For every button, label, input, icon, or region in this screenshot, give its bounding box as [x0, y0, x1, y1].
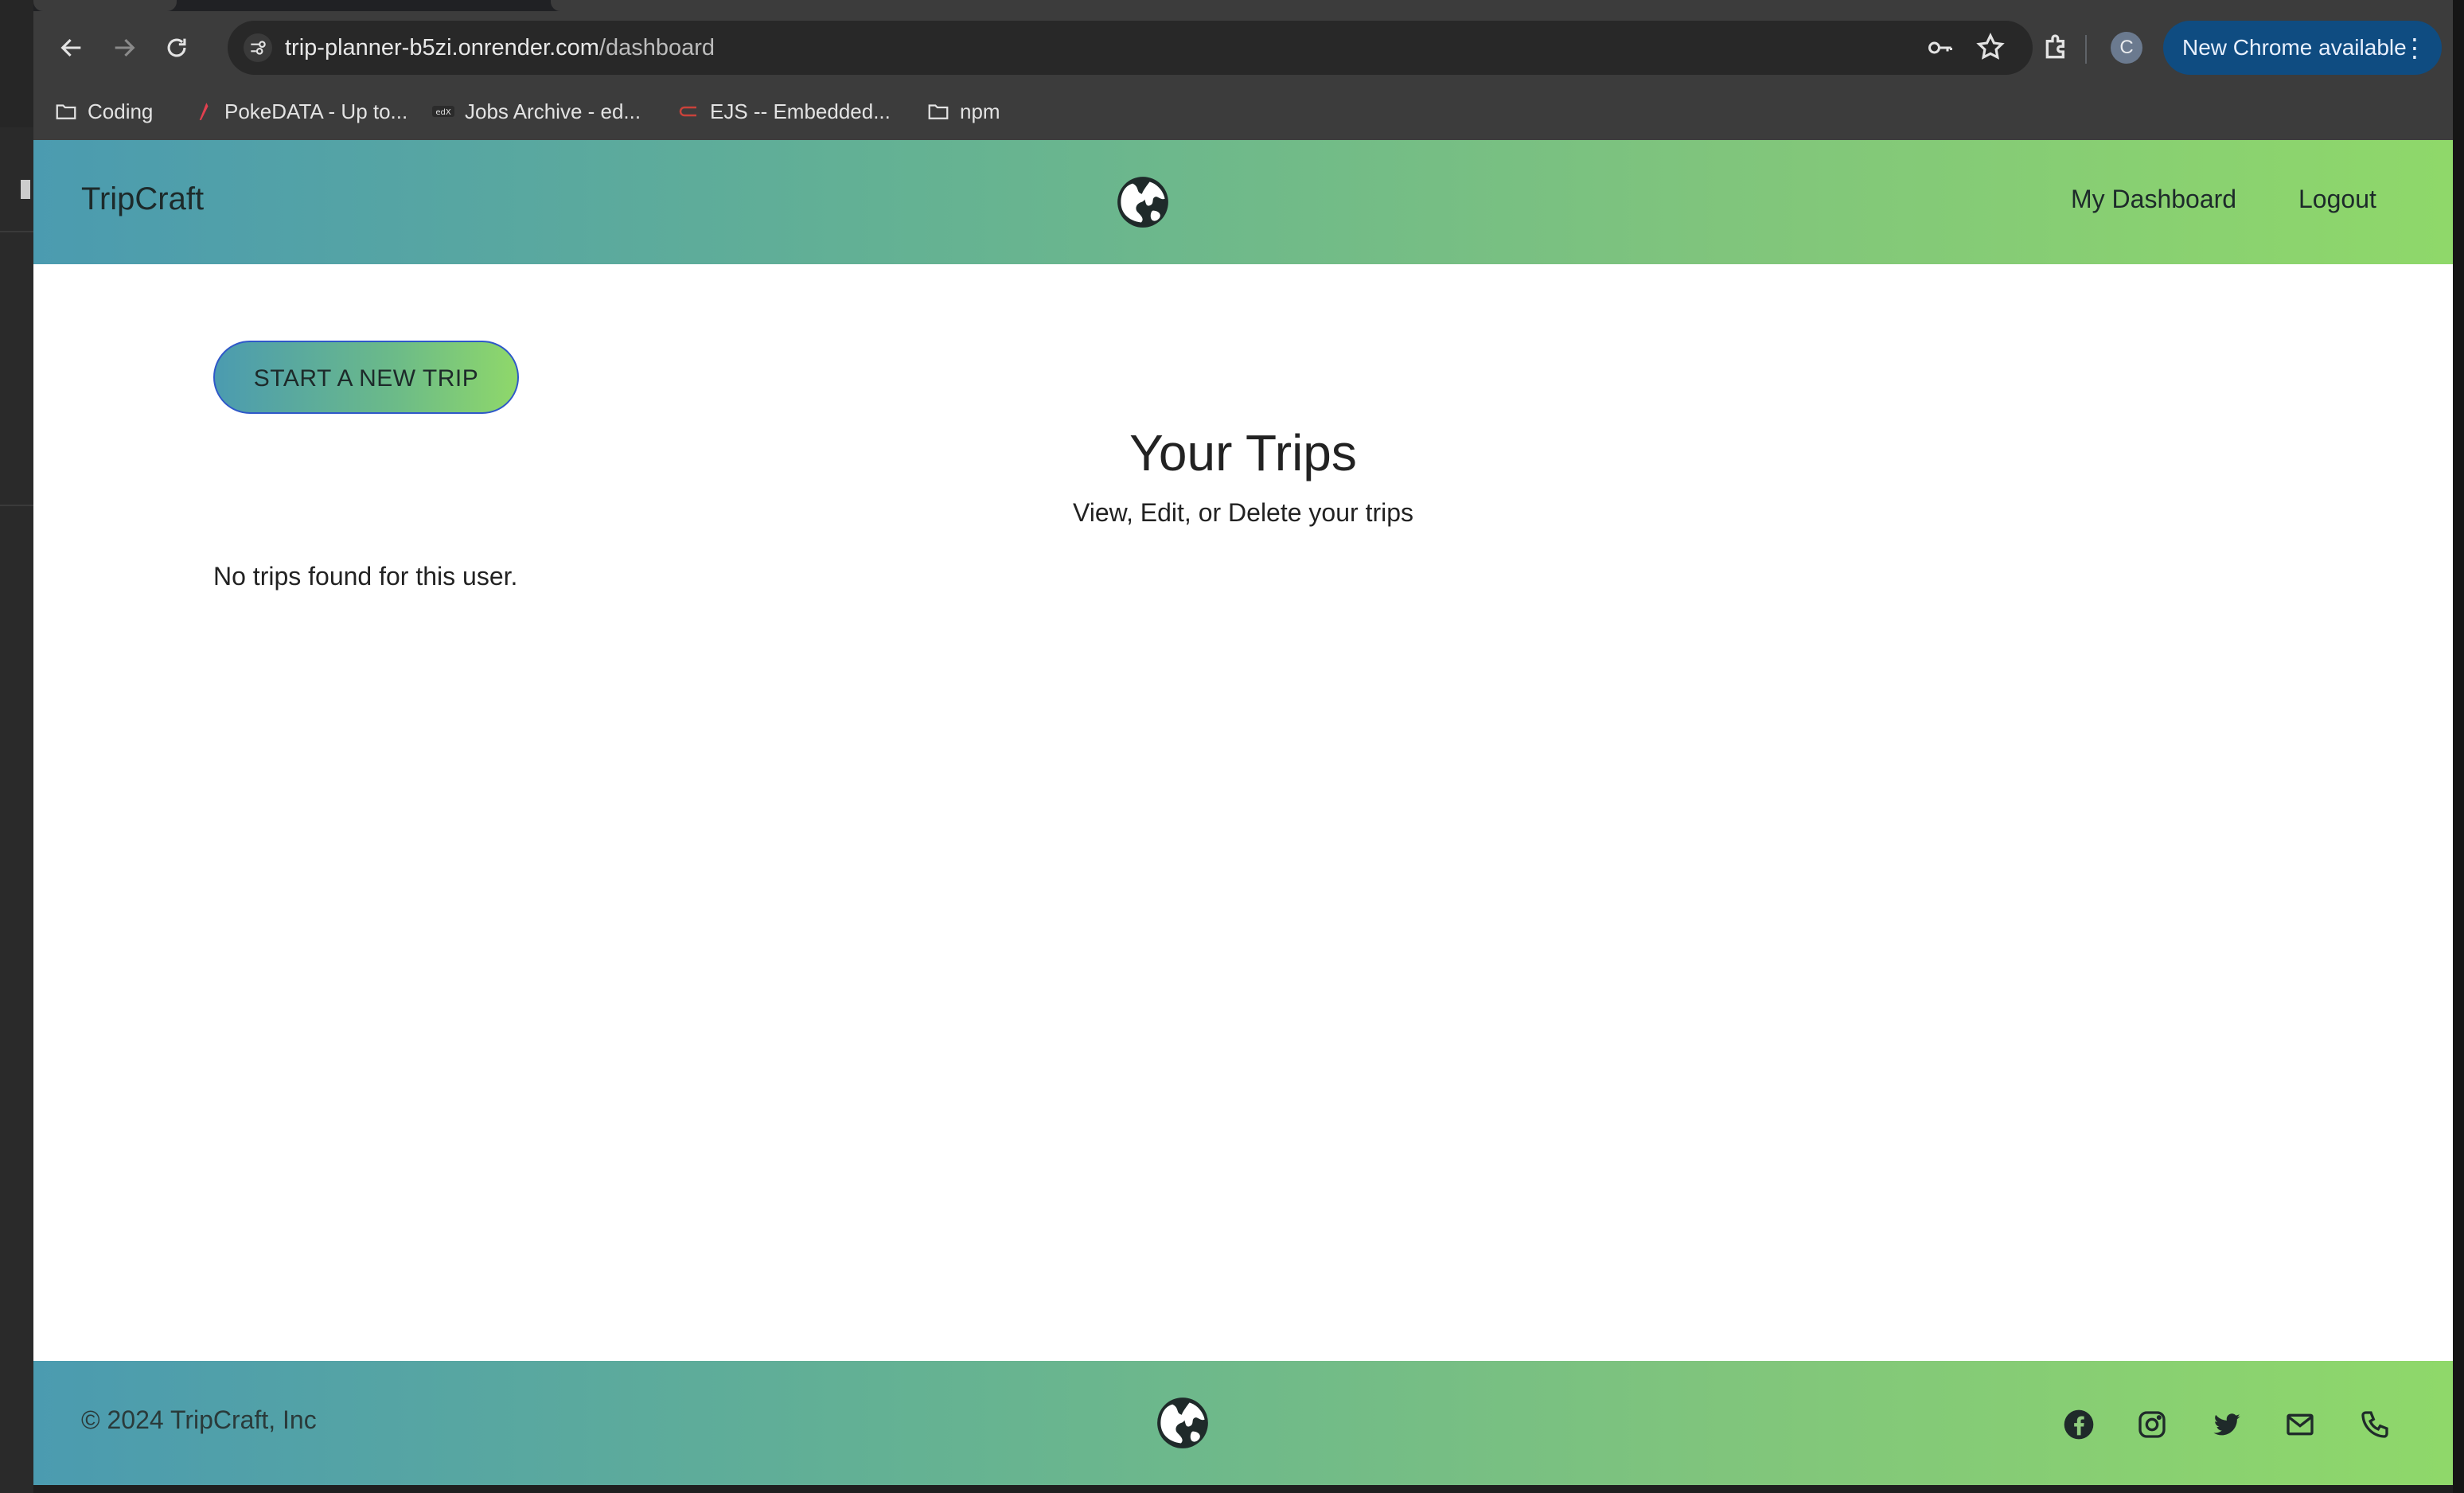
chrome-update-button[interactable]: New Chrome available ⋮ — [2163, 21, 2442, 75]
page-subtitle: View, Edit, or Delete your trips — [1072, 498, 1414, 527]
bookmark-coding[interactable]: Coding — [54, 96, 153, 127]
page-title: Your Trips — [1129, 424, 1357, 481]
tab-strip — [33, 0, 2453, 11]
bookmark-star-icon[interactable] — [1975, 32, 2006, 62]
reload-button[interactable] — [158, 29, 196, 67]
back-arrow-icon — [60, 38, 81, 57]
phone-icon[interactable] — [2359, 1409, 2391, 1440]
bookmark-jobs-archive[interactable]: edX Jobs Archive - ed... — [431, 96, 641, 127]
copyright-text: © 2024 TripCraft, Inc — [81, 1405, 317, 1434]
browser-window: trip-planner-b5zi.onrender.com/dashboard… — [33, 0, 2453, 1485]
site-info-icon[interactable] — [244, 33, 272, 62]
toolbar-separator — [2085, 35, 2087, 64]
start-new-trip-button[interactable]: START A NEW TRIP — [213, 341, 519, 414]
globe-icon — [1156, 1396, 1210, 1450]
empty-state-message: No trips found for this user. — [213, 562, 518, 591]
forward-arrow-icon — [115, 38, 135, 57]
nav-my-dashboard[interactable]: My Dashboard — [2071, 185, 2236, 214]
instagram-icon[interactable] — [2136, 1409, 2168, 1440]
url-text[interactable]: trip-planner-b5zi.onrender.com/dashboard — [285, 33, 715, 62]
svg-text:edX: edX — [435, 108, 451, 117]
url-path: /dashboard — [598, 35, 715, 60]
background-window-strip — [0, 0, 33, 1493]
mail-icon[interactable] — [2284, 1409, 2316, 1440]
address-bar[interactable]: trip-planner-b5zi.onrender.com/dashboard — [228, 21, 2033, 75]
chrome-update-label: New Chrome available — [2182, 35, 2407, 60]
bookmarks-bar: Coding PokeDATA - Up to... edX Jobs Arch… — [33, 84, 2453, 140]
password-key-icon[interactable] — [1926, 33, 1955, 62]
background-window-strip-right — [2453, 0, 2464, 1493]
url-host: trip-planner-b5zi.onrender.com — [285, 35, 599, 60]
tab[interactable] — [33, 0, 177, 11]
site-footer: © 2024 TripCraft, Inc — [33, 1361, 2453, 1485]
profile-avatar[interactable]: C — [2111, 32, 2142, 64]
bookmark-label: Jobs Archive - ed... — [465, 99, 641, 123]
extensions-puzzle-icon[interactable] — [2041, 32, 2072, 64]
forward-button[interactable] — [105, 29, 143, 67]
ejs-favicon-icon — [676, 99, 700, 123]
twitter-icon[interactable] — [2211, 1409, 2243, 1440]
tab[interactable] — [551, 0, 2453, 11]
back-button[interactable] — [53, 29, 91, 67]
web-page: TripCraft My Dashboard Logout START A NE… — [33, 140, 2453, 1485]
nav-logout[interactable]: Logout — [2298, 185, 2376, 214]
bookmark-npm[interactable]: npm — [926, 96, 1000, 127]
background-divider — [0, 231, 33, 232]
browser-toolbar: trip-planner-b5zi.onrender.com/dashboard… — [33, 11, 2453, 84]
globe-icon — [1116, 175, 1170, 229]
folder-icon — [54, 99, 78, 123]
bookmark-label: EJS -- Embedded... — [710, 99, 891, 123]
pokedata-favicon-icon — [191, 99, 215, 123]
reload-icon — [167, 38, 186, 57]
bookmark-label: Coding — [88, 99, 154, 123]
bookmark-label: PokeDATA - Up to... — [224, 99, 408, 123]
bookmark-pokedata[interactable]: PokeDATA - Up to... — [191, 96, 407, 127]
bookmark-label: npm — [960, 99, 1000, 123]
chrome-menu-icon[interactable]: ⋮ — [2402, 21, 2427, 75]
edx-favicon-icon: edX — [431, 99, 455, 123]
facebook-icon[interactable] — [2063, 1409, 2095, 1440]
background-window-marker — [21, 180, 30, 199]
brand-link[interactable]: TripCraft — [81, 181, 204, 217]
folder-icon — [926, 99, 950, 123]
site-header: TripCraft My Dashboard Logout — [33, 140, 2453, 264]
bookmark-ejs[interactable]: EJS -- Embedded... — [676, 96, 891, 127]
background-window-topbar — [0, 0, 33, 127]
background-divider — [0, 505, 33, 506]
